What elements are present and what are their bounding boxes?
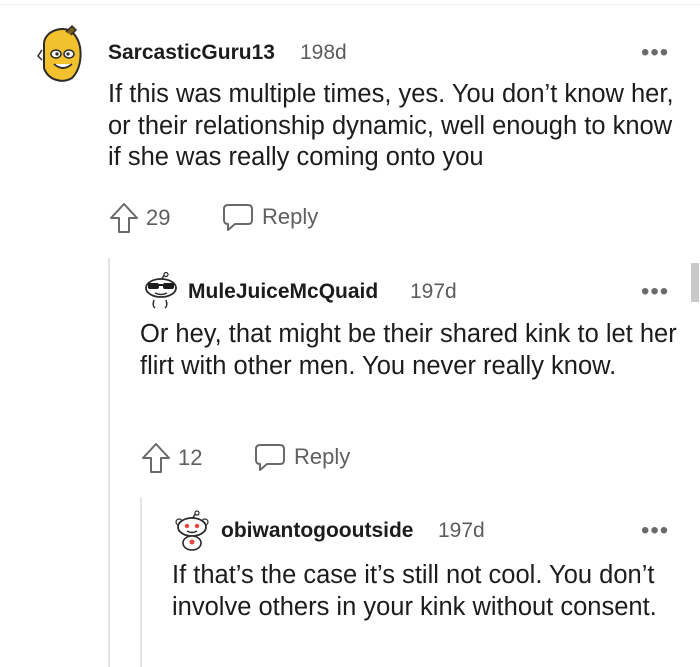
comment-body: If this was multiple times, yes. You don… xyxy=(108,80,674,171)
more-options-button[interactable]: ••• xyxy=(641,41,669,65)
comment-body: Or hey, that might be their shared kink … xyxy=(140,320,677,380)
comment-age: 198d xyxy=(300,41,347,64)
comment-age: 197d xyxy=(438,519,485,542)
top-divider xyxy=(0,4,700,5)
upvote-button[interactable]: 12 xyxy=(140,441,202,475)
upvote-arrow-icon xyxy=(142,443,170,473)
upvote-button[interactable]: 29 xyxy=(108,201,170,235)
vote-count: 12 xyxy=(178,445,203,470)
reply-bubble-icon xyxy=(223,204,253,231)
upvote-arrow-icon xyxy=(110,203,138,233)
comment-username[interactable]: SarcasticGuru13 xyxy=(108,41,275,65)
thread-line-level-1[interactable] xyxy=(108,258,110,667)
reply-label: Reply xyxy=(262,204,319,229)
vote-count: 29 xyxy=(146,205,171,230)
more-options-button[interactable]: ••• xyxy=(641,519,669,543)
more-options-button[interactable]: ••• xyxy=(641,280,669,304)
scrollbar-thumb[interactable] xyxy=(691,263,699,302)
reply-button[interactable]: Reply xyxy=(253,441,350,473)
comment-age: 197d xyxy=(410,280,457,303)
reply-label: Reply xyxy=(294,444,351,469)
snoo-avatar-icon[interactable] xyxy=(172,510,212,557)
comment-username[interactable]: obiwantogooutside xyxy=(221,519,413,543)
comment-body: If that’s the case it’s still not cool. … xyxy=(172,561,657,621)
reply-bubble-icon xyxy=(255,444,285,471)
comment-username[interactable]: MuleJuiceMcQuaid xyxy=(188,280,378,304)
sunglasses-snoo-avatar-icon[interactable] xyxy=(141,271,181,315)
reply-button[interactable]: Reply xyxy=(221,201,318,233)
thread-line-level-2[interactable] xyxy=(140,497,142,667)
banana-snoo-avatar-icon[interactable] xyxy=(36,24,86,89)
